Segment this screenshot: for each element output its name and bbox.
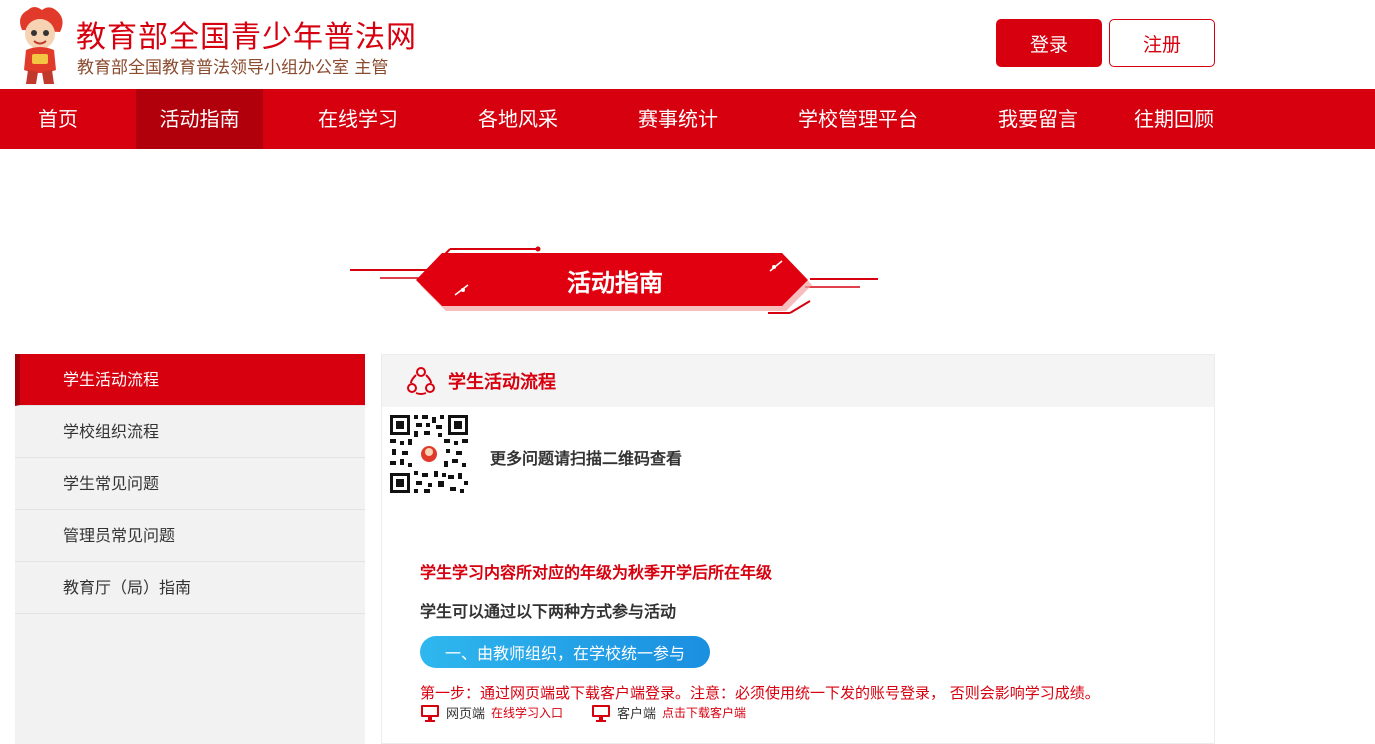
qr-hint-text: 更多问题请扫描二维码查看 bbox=[490, 449, 683, 468]
nav-item-online-learning[interactable]: 在线学习 bbox=[318, 89, 398, 149]
sidebar: 学生活动流程 学校组织流程 学生常见问题 管理员常见问题 教育厅（局）指南 bbox=[15, 354, 365, 744]
panel-title: 学生活动流程 bbox=[448, 372, 556, 393]
sidebar-item-admin-faq[interactable]: 管理员常见问题 bbox=[15, 510, 365, 562]
register-button[interactable]: 注册 bbox=[1109, 19, 1215, 67]
banner-title: 活动指南 bbox=[567, 268, 663, 297]
nav-item-message[interactable]: 我要留言 bbox=[998, 89, 1078, 149]
sidebar-item-student-faq[interactable]: 学生常见问题 bbox=[15, 458, 365, 510]
step-one-text: 第一步：通过网页端或下载客户端登录。注意：必须使用统一下发的账号登录， 否则会影… bbox=[420, 684, 1100, 702]
nav-item-home[interactable]: 首页 bbox=[38, 89, 78, 149]
site-subtitle: 教育部全国教育普法领导小组办公室 主管 bbox=[77, 58, 389, 78]
process-cycle-icon bbox=[407, 367, 435, 395]
site-header: 教育部全国青少年普法网 教育部全国教育普法领导小组办公室 主管 登录 注册 bbox=[0, 0, 1375, 89]
web-entry-link[interactable]: 在线学习入口 bbox=[491, 704, 563, 721]
qr-code-icon bbox=[388, 413, 470, 495]
sidebar-item-bureau-guide[interactable]: 教育厅（局）指南 bbox=[15, 562, 365, 614]
login-button[interactable]: 登录 bbox=[996, 19, 1102, 67]
sidebar-item-student-process[interactable]: 学生活动流程 bbox=[15, 354, 365, 406]
main-nav: 首页 活动指南 在线学习 各地风采 赛事统计 学校管理平台 我要留言 往期回顾 bbox=[0, 89, 1375, 149]
panel-header: 学生活动流程 bbox=[382, 355, 1214, 407]
monitor-icon bbox=[421, 704, 439, 722]
sidebar-item-school-process[interactable]: 学校组织流程 bbox=[15, 406, 365, 458]
client-label: 客户端 bbox=[617, 707, 657, 722]
method-one-badge[interactable]: 一、由教师组织，在学校统一参与 bbox=[420, 636, 710, 668]
site-title[interactable]: 教育部全国青少年普法网 bbox=[76, 12, 417, 56]
monitor-icon bbox=[592, 704, 611, 722]
content-panel: 学生活动流程 更多问题请扫描二维码查看 学生学习内容所对应的年级为秋季开学后所在… bbox=[381, 354, 1215, 744]
participation-intro: 学生可以通过以下两种方式参与活动 bbox=[420, 602, 677, 621]
grade-notice: 学生学习内容所对应的年级为秋季开学后所在年级 bbox=[420, 563, 773, 582]
web-label: 网页端 bbox=[446, 707, 486, 722]
access-links: 网页端 在线学习入口 客户端 点击下载客户端 bbox=[420, 703, 774, 722]
nav-item-statistics[interactable]: 赛事统计 bbox=[638, 89, 718, 149]
nav-item-regions[interactable]: 各地风采 bbox=[478, 89, 558, 149]
client-download-link[interactable]: 点击下载客户端 bbox=[662, 704, 746, 721]
nav-item-school-platform[interactable]: 学校管理平台 bbox=[798, 89, 918, 149]
nav-item-review[interactable]: 往期回顾 bbox=[1134, 89, 1214, 149]
section-banner: 活动指南 bbox=[350, 243, 880, 317]
nav-item-guide[interactable]: 活动指南 bbox=[136, 89, 263, 149]
mascot-logo-icon[interactable] bbox=[12, 4, 68, 86]
